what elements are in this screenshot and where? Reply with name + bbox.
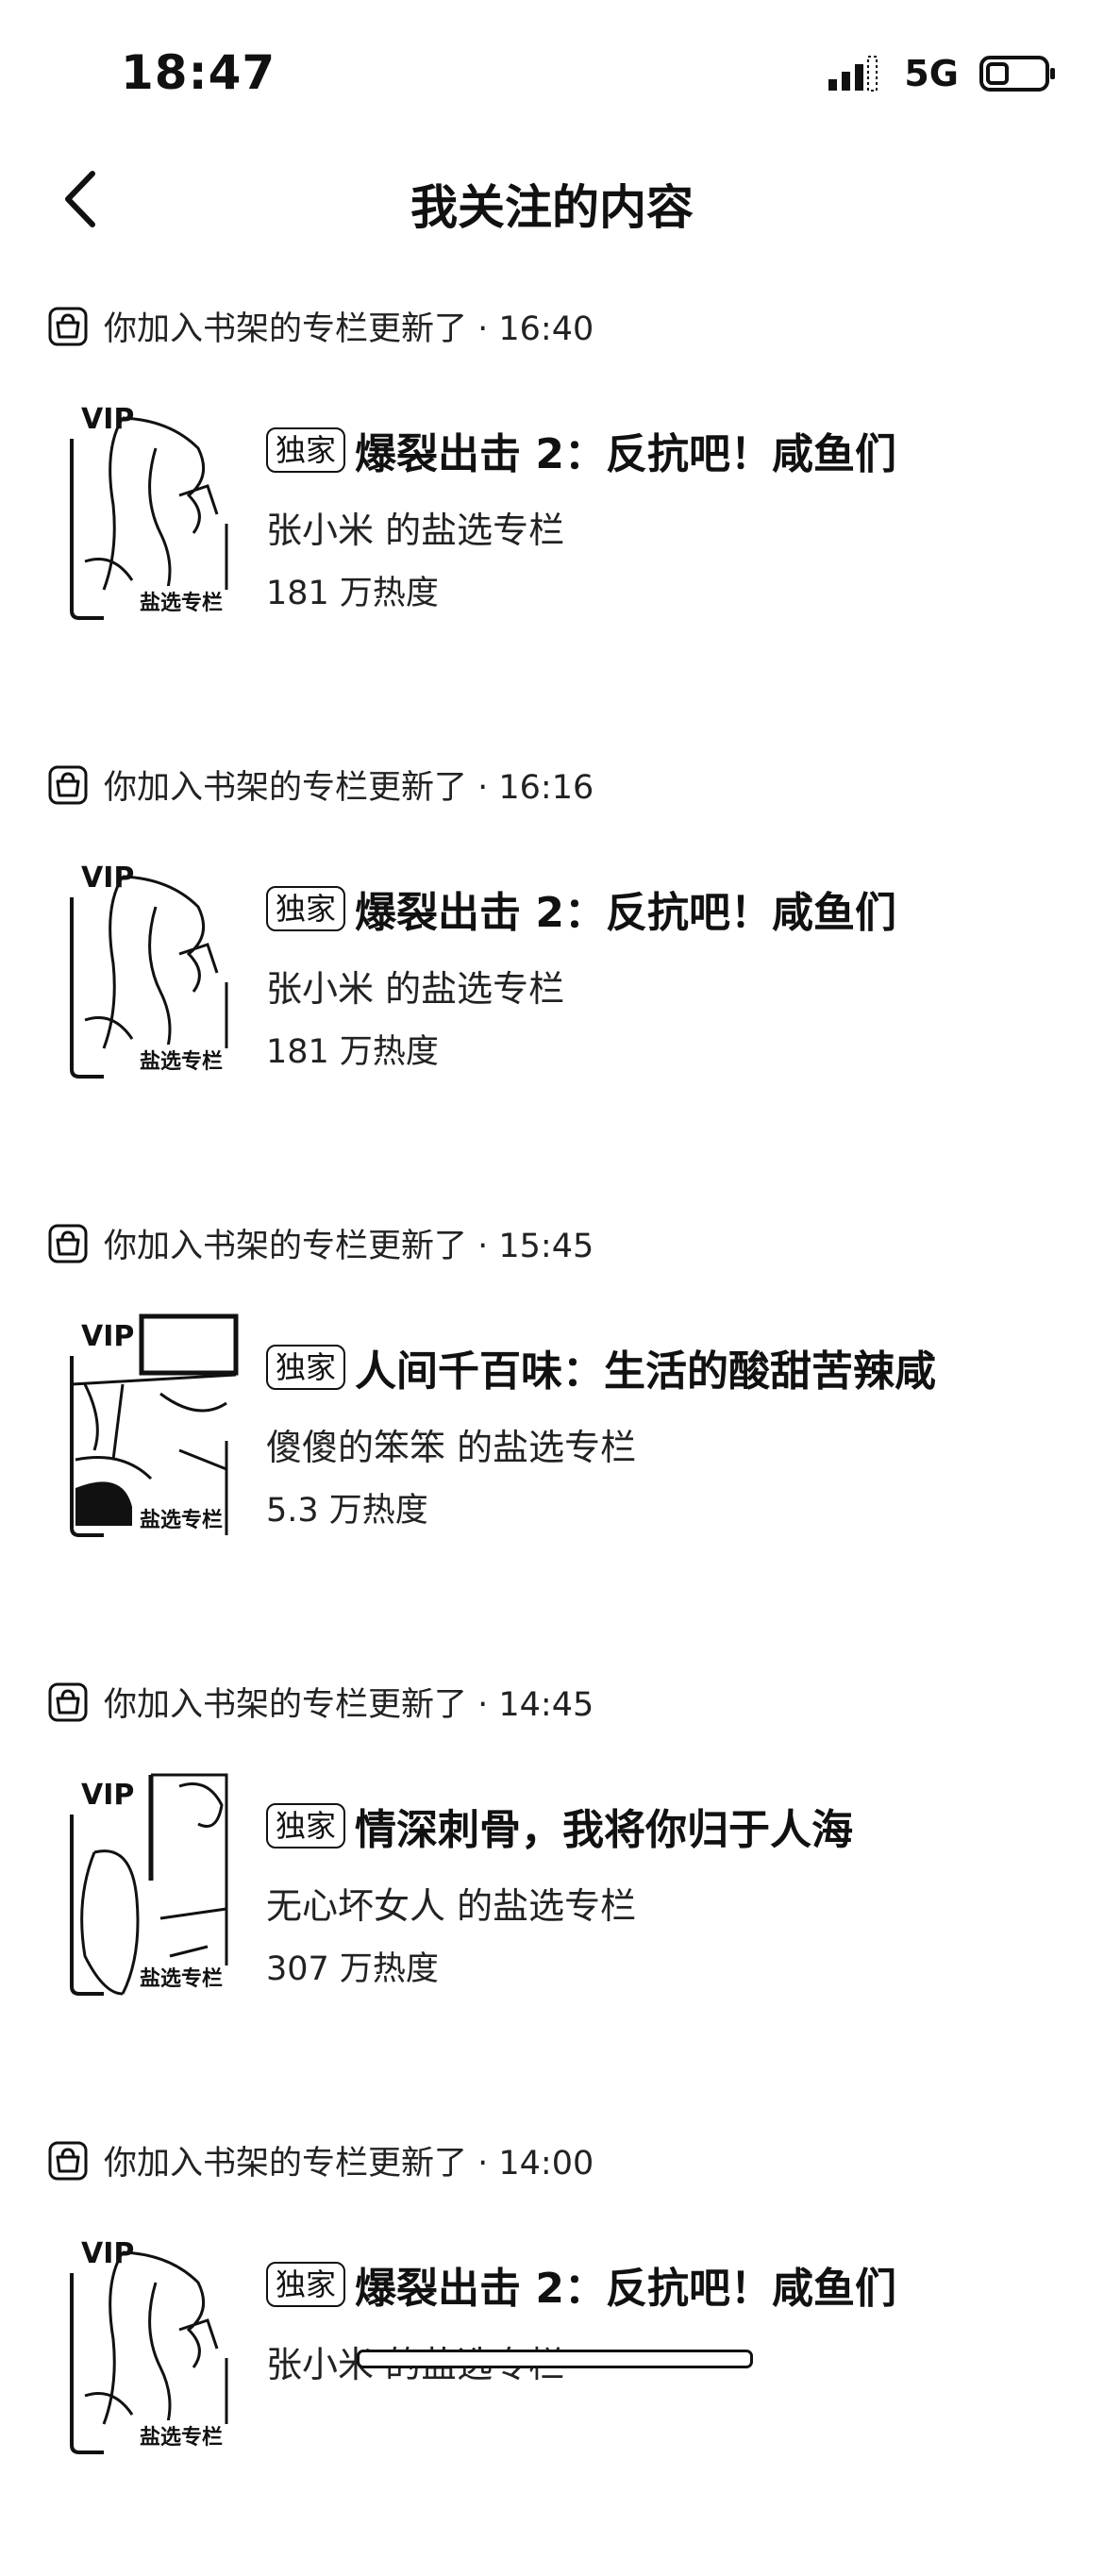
exclusive-badge: 独家 xyxy=(266,427,346,473)
feed-item: 你加入书架的专栏更新了 · 14:00 VIP 盐选专栏 独家 爆裂出击 2：反抗吧！咸… xyxy=(0,2117,1104,2576)
column-author: 张小米 的盐选专栏 xyxy=(266,510,565,551)
column-author: 傻傻的笨笨 的盐选专栏 xyxy=(266,1427,637,1468)
home-indicator[interactable] xyxy=(357,2350,753,2368)
cover-label: 盐选专栏 xyxy=(140,1045,224,1075)
feed-item: 你加入书架的专栏更新了 · 16:40 VIP 盐选专栏 独家 爆裂出击 2：反抗吧！咸… xyxy=(0,283,1104,742)
update-notice: 你加入书架的专栏更新了 · 16:40 xyxy=(47,302,594,350)
battery-icon xyxy=(979,56,1055,92)
update-notice: 你加入书架的专栏更新了 · 14:45 xyxy=(47,1678,594,1726)
column-title: 爆裂出击 2：反抗吧！咸鱼们 xyxy=(355,430,896,478)
update-notice-text: 你加入书架的专栏更新了 · 14:00 xyxy=(104,2145,594,2183)
status-time: 18:47 xyxy=(121,45,276,100)
column-title: 情深刺骨，我将你归于人海 xyxy=(355,1806,854,1854)
exclusive-badge: 独家 xyxy=(266,2262,346,2307)
update-notice-text: 你加入书架的专栏更新了 · 14:45 xyxy=(104,1686,594,1724)
vip-label: VIP xyxy=(81,403,135,436)
update-notice-text: 你加入书架的专栏更新了 · 16:16 xyxy=(104,769,594,807)
bookshelf-bag-icon xyxy=(48,765,88,804)
feed-list: 你加入书架的专栏更新了 · 16:40 VIP 盐选专栏 独家 爆裂出击 2：反抗吧！咸… xyxy=(0,283,1104,2576)
page-title: 我关注的内容 xyxy=(410,180,694,235)
heat-count: 181 万热度 xyxy=(266,575,439,612)
nav-bar: 我关注的内容 xyxy=(0,142,1104,255)
update-notice: 你加入书架的专栏更新了 · 14:00 xyxy=(47,2136,594,2184)
cover-label: 盐选专栏 xyxy=(140,1503,224,1533)
column-author: 张小米 的盐选专栏 xyxy=(266,968,565,1010)
signal-icon xyxy=(828,56,878,92)
update-notice-text: 你加入书架的专栏更新了 · 15:45 xyxy=(104,1228,594,1265)
bookshelf-bag-icon xyxy=(48,1224,88,1263)
column-author: 无心坏女人 的盐选专栏 xyxy=(266,1885,637,1927)
heat-count: 5.3 万热度 xyxy=(266,1492,428,1530)
vip-label: VIP xyxy=(81,2237,135,2270)
status-bar: 18:47 5G xyxy=(0,0,1104,142)
vip-label: VIP xyxy=(81,1320,135,1353)
exclusive-badge: 独家 xyxy=(266,886,346,931)
bookshelf-bag-icon xyxy=(48,1682,88,1721)
network-label: 5G xyxy=(904,53,959,94)
feed-item: 你加入书架的专栏更新了 · 16:16 VIP 盐选专栏 独家 爆裂出击 2：反抗吧！咸… xyxy=(0,742,1104,1200)
status-icons: 5G xyxy=(827,53,1057,94)
cover-label: 盐选专栏 xyxy=(140,586,224,616)
feed-item: 你加入书架的专栏更新了 · 15:45 VIP 盐选专栏 独家 人间千百味：生活的酸甜苦… xyxy=(0,1200,1104,1659)
column-card[interactable]: VIP 盐选专栏 独家 爆裂出击 2：反抗吧！咸鱼们张小米 的盐选专栏 181 万热度 xyxy=(66,850,1066,1096)
exclusive-badge: 独家 xyxy=(266,1803,346,1848)
heat-count: 307 万热度 xyxy=(266,1950,439,1988)
bookshelf-bag-icon xyxy=(48,307,88,345)
bookshelf-bag-icon xyxy=(48,2141,88,2180)
column-card[interactable]: VIP 盐选专栏 独家 情深刺骨，我将你归于人海无心坏女人 的盐选专栏 307 万热度 xyxy=(66,1767,1066,2013)
update-notice: 你加入书架的专栏更新了 · 15:45 xyxy=(47,1219,594,1267)
column-card[interactable]: VIP 盐选专栏 独家 爆裂出击 2：反抗吧！咸鱼们张小米 的盐选专栏 181 万热度 xyxy=(66,392,1066,637)
update-notice: 你加入书架的专栏更新了 · 16:16 xyxy=(47,761,594,809)
cover-label: 盐选专栏 xyxy=(140,1962,224,1992)
column-card[interactable]: VIP 盐选专栏 独家 人间千百味：生活的酸甜苦辣咸傻傻的笨笨 的盐选专栏 5.3 万热… xyxy=(66,1309,1066,1554)
heat-count: 181 万热度 xyxy=(266,1033,439,1071)
column-title: 爆裂出击 2：反抗吧！咸鱼们 xyxy=(355,2265,896,2313)
column-title: 人间千百味：生活的酸甜苦辣咸 xyxy=(355,1347,937,1396)
vip-label: VIP xyxy=(81,1779,135,1812)
vip-label: VIP xyxy=(81,861,135,895)
feed-item: 你加入书架的专栏更新了 · 14:45 VIP 盐选专栏 独家 情深刺骨，我将你归于人海… xyxy=(0,1659,1104,2117)
column-card[interactable]: VIP盐选专栏独家爆裂出击 2：反抗吧！咸鱼们张小米 的盐选专栏 xyxy=(66,2226,1066,2471)
column-title: 爆裂出击 2：反抗吧！咸鱼们 xyxy=(355,889,896,937)
cover-label: 盐选专栏 xyxy=(140,2420,224,2451)
update-notice-text: 你加入书架的专栏更新了 · 16:40 xyxy=(104,310,594,348)
exclusive-badge: 独家 xyxy=(266,1345,346,1390)
